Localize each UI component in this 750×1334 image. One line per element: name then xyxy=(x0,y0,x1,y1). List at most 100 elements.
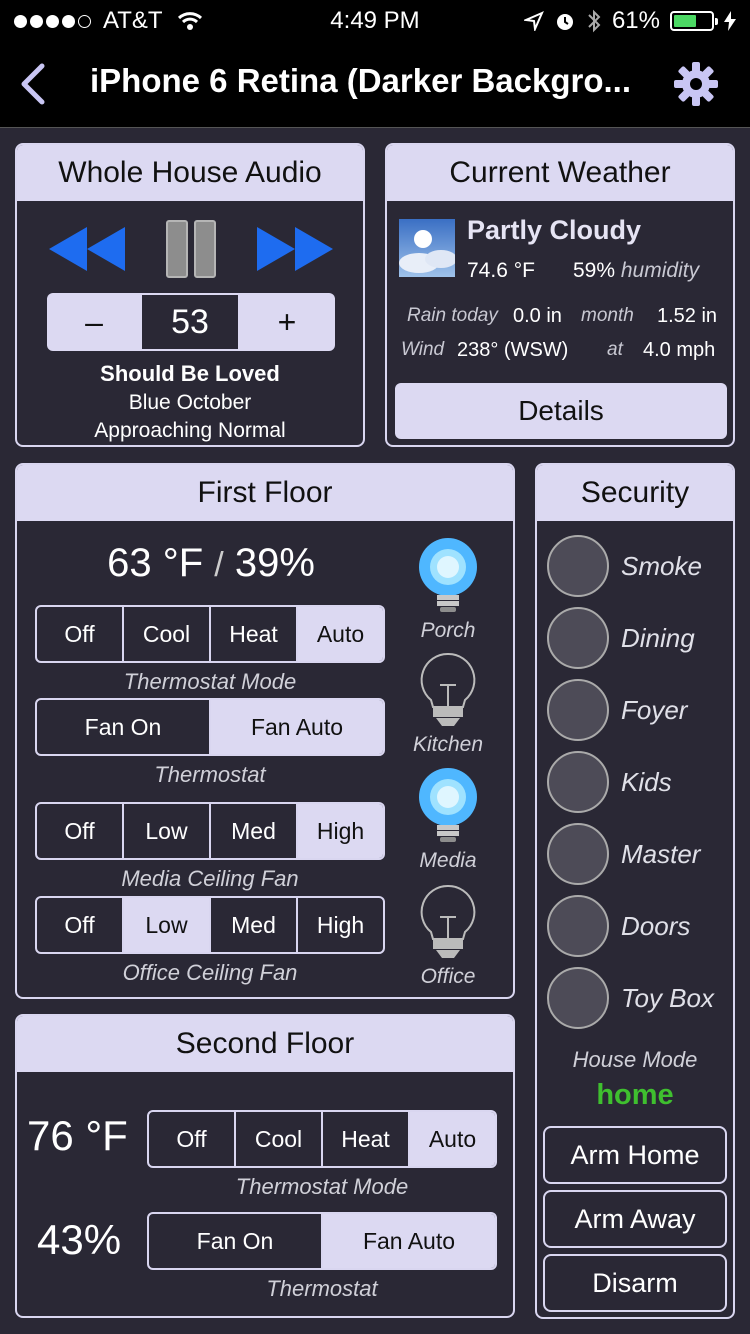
light-label-kitchen: Kitchen xyxy=(412,733,484,756)
light-bulb-office-icon[interactable] xyxy=(413,883,483,963)
page-title: iPhone 6 Retina (Darker Backgro... xyxy=(90,62,632,99)
zone-status-indicator xyxy=(547,535,609,597)
first-floor-panel: First Floor 63 °F / 39% Off Cool Heat Auto … xyxy=(15,463,515,999)
media-ceiling-fan-option-off[interactable]: Off xyxy=(37,804,124,858)
zone-label: Foyer xyxy=(621,694,688,725)
house-mode-value: home xyxy=(596,1079,674,1111)
security-zone-kids: Kids xyxy=(547,750,672,814)
first-floor-separator: / xyxy=(214,546,224,584)
song-title: Should Be Loved xyxy=(100,361,280,386)
back-chevron-icon[interactable] xyxy=(14,62,50,106)
second-floor-mode-selector: Off Cool Heat Auto xyxy=(147,1110,497,1168)
arm-away-button[interactable]: Arm Away xyxy=(543,1190,727,1248)
security-zone-toy-box: Toy Box xyxy=(547,966,714,1030)
weather-condition: Partly Cloudy xyxy=(467,215,642,245)
first-floor-temperature: 63 °F xyxy=(107,541,204,585)
alarm-clock-icon xyxy=(556,14,573,30)
volume-increase-button[interactable]: + xyxy=(239,293,335,351)
security-panel: Security Smoke Dining Foyer Kids Master Doors… xyxy=(535,463,735,1319)
light-bulb-kitchen-icon[interactable] xyxy=(413,651,483,731)
security-panel-title: Security xyxy=(537,465,733,521)
second-floor-mode-option-cool[interactable]: Cool xyxy=(236,1112,323,1166)
first-floor-fan-option-fan-auto[interactable]: Fan Auto xyxy=(211,700,383,754)
second-floor-mode-option-heat[interactable]: Heat xyxy=(323,1112,410,1166)
album-name: Approaching Normal xyxy=(94,419,286,442)
zone-status-indicator xyxy=(547,895,609,957)
office-ceiling-fan-option-high[interactable]: High xyxy=(298,898,383,952)
rain-month-value: 1.52 in xyxy=(657,305,718,327)
zone-status-indicator xyxy=(547,607,609,669)
office-ceiling-fan-option-off[interactable]: Off xyxy=(37,898,124,952)
light-label-office: Office xyxy=(420,965,476,988)
artist-name: Blue October xyxy=(128,391,252,414)
first-floor-mode-option-auto[interactable]: Auto xyxy=(298,607,383,661)
first-floor-fan-caption: Thermostat xyxy=(154,762,266,787)
battery-percent: 61% xyxy=(611,7,660,34)
second-floor-title: Second Floor xyxy=(17,1016,513,1072)
wind-label: Wind xyxy=(401,339,445,360)
audio-panel-title: Whole House Audio xyxy=(17,145,363,201)
humidity-value: 59% xyxy=(573,259,616,282)
media-ceiling-fan-option-med[interactable]: Med xyxy=(211,804,298,858)
first-floor-mode-option-heat[interactable]: Heat xyxy=(211,607,298,661)
location-icon xyxy=(523,11,544,31)
wind-direction: 238° (WSW) xyxy=(457,339,569,361)
second-floor-fan-selector: Fan On Fan Auto xyxy=(147,1212,497,1270)
zone-label: Doors xyxy=(621,910,691,941)
second-floor-fan-option-fan-auto[interactable]: Fan Auto xyxy=(323,1214,495,1268)
zone-status-indicator xyxy=(547,823,609,885)
audio-panel: Whole House Audio – 53 + Should Be Loved… xyxy=(15,143,365,447)
arm-home-button[interactable]: Arm Home xyxy=(543,1126,727,1184)
office-ceiling-fan-caption: Office Ceiling Fan xyxy=(122,960,298,985)
second-floor-mode-option-auto[interactable]: Auto xyxy=(410,1112,495,1166)
security-zone-foyer: Foyer xyxy=(547,678,687,742)
volume-stepper: – 53 + xyxy=(47,293,335,351)
gear-icon[interactable] xyxy=(672,60,720,108)
volume-decrease-button[interactable]: – xyxy=(47,293,141,351)
office-ceiling-fan-selector: Off Low Med High xyxy=(35,896,385,954)
weather-panel: Current Weather Partly Cloudy 74.6 °F 59… xyxy=(385,143,735,447)
rewind-icon[interactable] xyxy=(47,225,127,273)
light-label-porch: Porch xyxy=(420,619,476,642)
rain-month-label: month xyxy=(581,305,634,326)
weather-humidity: 59% humidity xyxy=(573,259,699,283)
media-ceiling-fan-selector: Off Low Med High xyxy=(35,802,385,860)
charging-bolt-icon xyxy=(724,11,736,31)
weather-panel-title: Current Weather xyxy=(387,145,733,201)
zone-label: Master xyxy=(621,838,701,869)
first-floor-mode-option-cool[interactable]: Cool xyxy=(124,607,211,661)
disarm-button[interactable]: Disarm xyxy=(543,1254,727,1312)
first-floor-fan-option-fan-on[interactable]: Fan On xyxy=(37,700,211,754)
volume-value: 53 xyxy=(142,295,238,349)
partly-cloudy-icon xyxy=(399,219,455,277)
navigation-bar: iPhone 6 Retina (Darker Backgro... xyxy=(0,40,750,128)
first-floor-fan-selector: Fan On Fan Auto xyxy=(35,698,385,756)
first-floor-humidity: 39% xyxy=(234,541,315,585)
rain-today-value: 0.0 in xyxy=(513,305,562,327)
first-floor-mode-option-off[interactable]: Off xyxy=(37,607,124,661)
office-ceiling-fan-option-med[interactable]: Med xyxy=(211,898,298,952)
weather-details-button[interactable]: Details xyxy=(395,383,727,439)
pause-icon[interactable] xyxy=(165,219,217,279)
second-floor-mode-option-off[interactable]: Off xyxy=(149,1112,236,1166)
media-ceiling-fan-caption: Media Ceiling Fan xyxy=(121,866,299,891)
security-zone-dining: Dining xyxy=(547,606,695,670)
zone-status-indicator xyxy=(547,679,609,741)
second-floor-mode-caption: Thermostat Mode xyxy=(235,1174,409,1199)
light-bulb-media-icon[interactable] xyxy=(413,767,483,847)
weather-temperature: 74.6 °F xyxy=(467,259,535,282)
light-label-media: Media xyxy=(419,849,477,872)
zone-label: Smoke xyxy=(621,550,702,581)
zone-label: Toy Box xyxy=(621,982,714,1013)
fast-forward-icon[interactable] xyxy=(255,225,335,273)
bluetooth-icon xyxy=(588,9,601,33)
humidity-label: humidity xyxy=(620,259,700,282)
status-bar: AT&T 4:49 PM 61% xyxy=(0,0,750,40)
light-bulb-porch-icon[interactable] xyxy=(413,537,483,617)
second-floor-fan-option-fan-on[interactable]: Fan On xyxy=(149,1214,323,1268)
office-ceiling-fan-option-low[interactable]: Low xyxy=(124,898,211,952)
media-ceiling-fan-option-low[interactable]: Low xyxy=(124,804,211,858)
media-ceiling-fan-option-high[interactable]: High xyxy=(298,804,383,858)
wind-speed: 4.0 mph xyxy=(643,339,716,361)
zone-status-indicator xyxy=(547,751,609,813)
